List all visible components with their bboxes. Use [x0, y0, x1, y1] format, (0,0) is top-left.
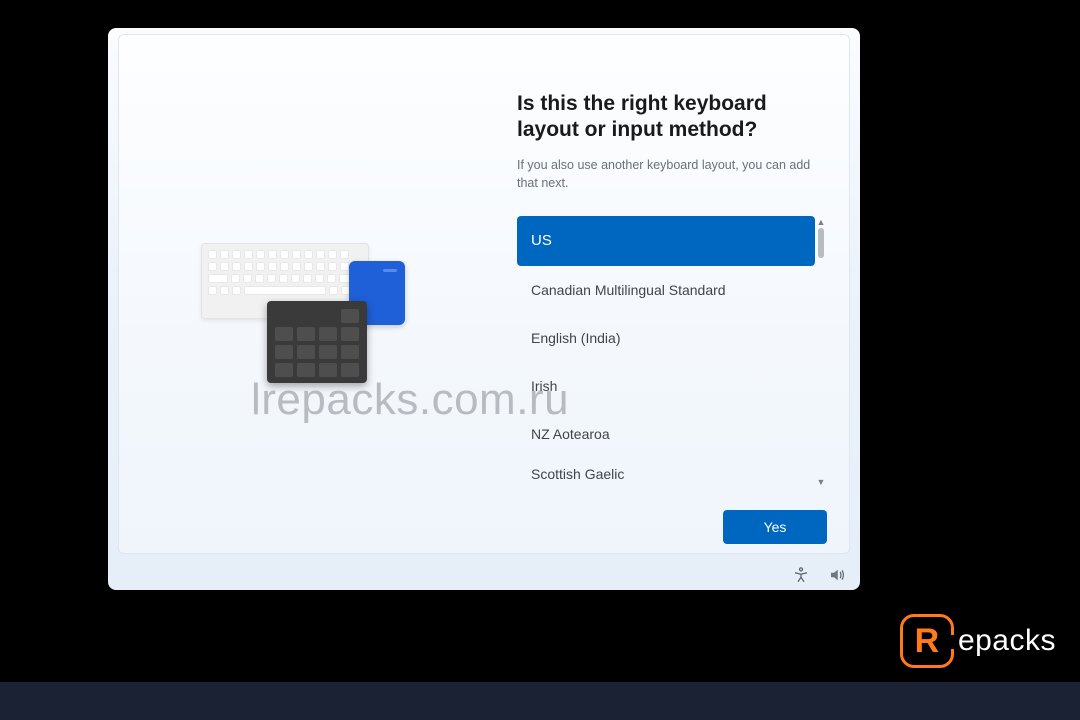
oobe-taskbar [792, 566, 846, 584]
oobe-window: lrepacks.com.ru Is this the right keyboa… [108, 28, 860, 590]
layout-option[interactable]: Scottish Gaelic [517, 458, 815, 488]
scrollbar-thumb[interactable] [818, 228, 824, 258]
layout-option[interactable]: US [517, 216, 815, 266]
volume-icon[interactable] [828, 566, 846, 584]
brand-text: epacks [958, 624, 1056, 658]
yes-button[interactable]: Yes [723, 510, 827, 544]
page-bottom-bar [0, 682, 1080, 720]
layout-option[interactable]: Irish [517, 362, 815, 410]
illustration-pane: lrepacks.com.ru [119, 35, 517, 553]
keyboard-layout-list[interactable]: US Canadian Multilingual Standard Englis… [517, 216, 815, 488]
brand-badge-icon: R [900, 614, 954, 668]
layout-option-label: English (India) [531, 330, 621, 346]
numpad-dark-icon [267, 301, 367, 383]
dialog-footer: Yes [517, 488, 827, 544]
layout-option[interactable]: Canadian Multilingual Standard [517, 266, 815, 314]
layout-option[interactable]: NZ Aotearoa [517, 410, 815, 458]
page-title: Is this the right keyboard layout or inp… [517, 91, 827, 144]
layout-option-label: Irish [531, 378, 557, 394]
layout-option[interactable]: English (India) [517, 314, 815, 362]
layout-option-label: NZ Aotearoa [531, 426, 610, 442]
scroll-down-arrow-icon[interactable]: ▼ [815, 476, 827, 488]
keyboard-illustration [201, 243, 421, 413]
layout-option-label: US [531, 232, 552, 249]
content-pane: Is this the right keyboard layout or inp… [517, 35, 849, 553]
page-subtitle: If you also use another keyboard layout,… [517, 156, 827, 192]
oobe-card: lrepacks.com.ru Is this the right keyboa… [118, 34, 850, 554]
keyboard-layout-list-container: US Canadian Multilingual Standard Englis… [517, 216, 827, 488]
scroll-up-arrow-icon[interactable]: ▲ [815, 216, 827, 228]
layout-option-label: Canadian Multilingual Standard [531, 282, 726, 298]
accessibility-icon[interactable] [792, 566, 810, 584]
scrollbar-track[interactable] [818, 228, 824, 476]
layout-option-label: Scottish Gaelic [531, 466, 624, 482]
list-scrollbar[interactable]: ▲ ▼ [815, 216, 827, 488]
site-brand-logo: R epacks [900, 614, 1056, 668]
